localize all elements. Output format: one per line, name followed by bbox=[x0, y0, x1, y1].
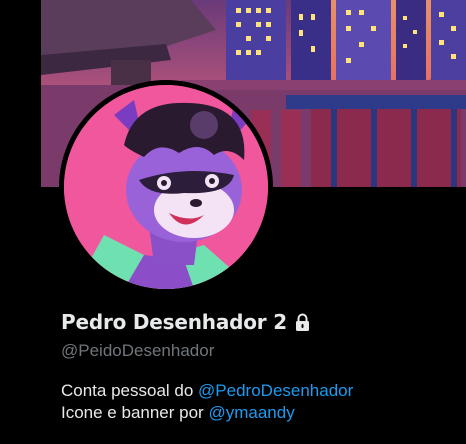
display-name: Pedro Desenhador 2 bbox=[61, 310, 287, 334]
mention-link[interactable]: @PedroDesenhador bbox=[198, 381, 353, 400]
profile-info: Pedro Desenhador 2 @PeidoDesenhador Cont… bbox=[61, 306, 461, 424]
display-name-row: Pedro Desenhador 2 bbox=[61, 306, 461, 338]
bio-text: Icone e banner por bbox=[61, 403, 209, 422]
bio-text: Conta pessoal do bbox=[61, 381, 199, 400]
bio-line-2: Icone e banner por @ymaandy bbox=[61, 402, 461, 424]
avatar-illustration bbox=[64, 85, 268, 289]
lock-icon[interactable] bbox=[294, 313, 311, 332]
avatar-border bbox=[59, 80, 273, 294]
profile-bio: Conta pessoal do @PedroDesenhador Icone … bbox=[61, 380, 461, 424]
username-handle: @PeidoDesenhador bbox=[61, 341, 215, 360]
mention-link[interactable]: @ymaandy bbox=[208, 403, 294, 422]
avatar[interactable] bbox=[64, 85, 268, 289]
bio-line-1: Conta pessoal do @PedroDesenhador bbox=[61, 380, 461, 402]
